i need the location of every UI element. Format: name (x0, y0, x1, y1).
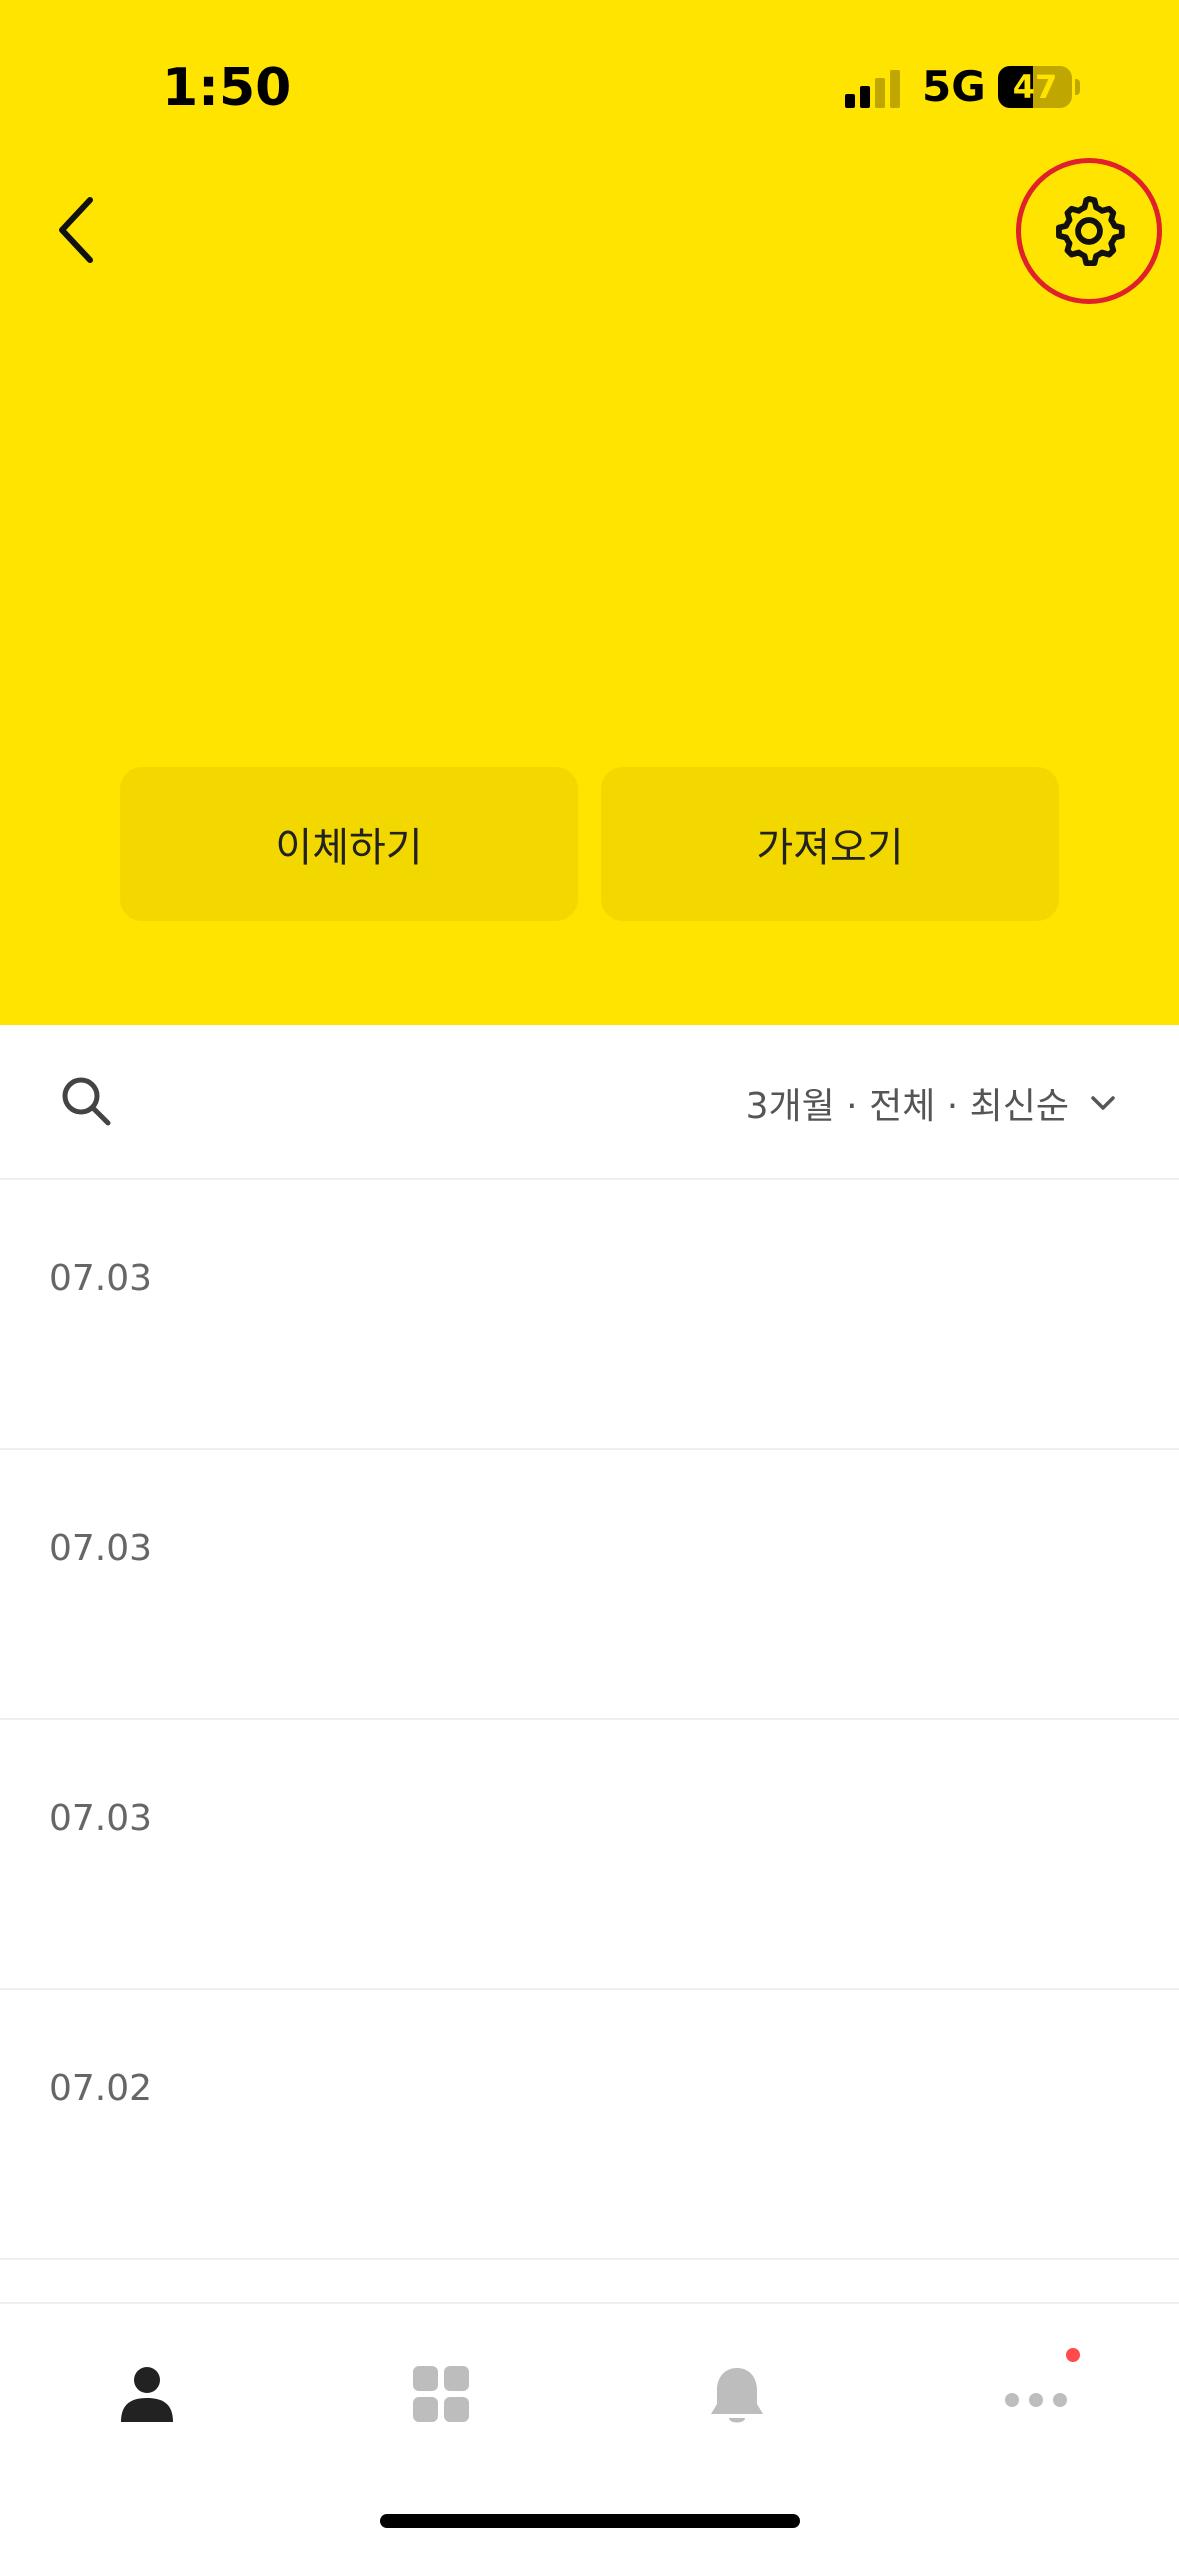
transfer-button[interactable]: 이체하기 (120, 767, 578, 921)
tab-apps[interactable] (371, 2344, 511, 2444)
filter-dropdown[interactable]: 3개월 · 전체 · 최신순 (746, 1075, 1119, 1131)
tab-alerts[interactable] (667, 2344, 807, 2444)
grid-icon (413, 2366, 469, 2422)
chevron-left-icon (59, 197, 93, 263)
battery-icon: 47 (998, 66, 1080, 108)
tab-profile[interactable] (77, 2344, 217, 2444)
cellular-signal-icon (845, 70, 900, 108)
chevron-down-icon (1091, 1096, 1115, 1110)
transaction-item[interactable]: 07.02 (0, 1990, 1179, 2260)
account-header: 1:50 5G 47 이체하기 가져오기 (0, 0, 1179, 1025)
gear-icon (1056, 195, 1125, 267)
notification-badge (1066, 2348, 1080, 2362)
transaction-date: 07.03 (49, 1528, 153, 1569)
more-dots-icon (1005, 2393, 1067, 2407)
transaction-date: 07.03 (49, 1798, 153, 1839)
transaction-date: 07.02 (49, 2068, 153, 2109)
back-button[interactable] (40, 180, 120, 280)
settings-button[interactable] (1016, 158, 1162, 304)
search-icon (62, 1077, 111, 1126)
person-icon (121, 2367, 173, 2422)
home-indicator[interactable] (380, 2514, 800, 2528)
status-time: 1:50 (162, 58, 292, 118)
bell-icon (711, 2368, 763, 2423)
battery-percent: 47 (1012, 68, 1058, 106)
network-type: 5G (922, 62, 986, 111)
filter-row: 3개월 · 전체 · 최신순 (0, 1025, 1179, 1180)
transaction-item[interactable]: 07.03 (0, 1720, 1179, 1990)
search-button[interactable] (56, 1071, 116, 1131)
transaction-item[interactable]: 07.03 (0, 1450, 1179, 1720)
transaction-date: 07.03 (49, 1258, 153, 1299)
filter-label: 3개월 · 전체 · 최신순 (745, 1086, 1069, 1127)
transaction-item[interactable]: 07.03 (0, 1180, 1179, 1450)
tab-more[interactable] (962, 2344, 1102, 2444)
import-button[interactable]: 가져오기 (601, 767, 1059, 921)
